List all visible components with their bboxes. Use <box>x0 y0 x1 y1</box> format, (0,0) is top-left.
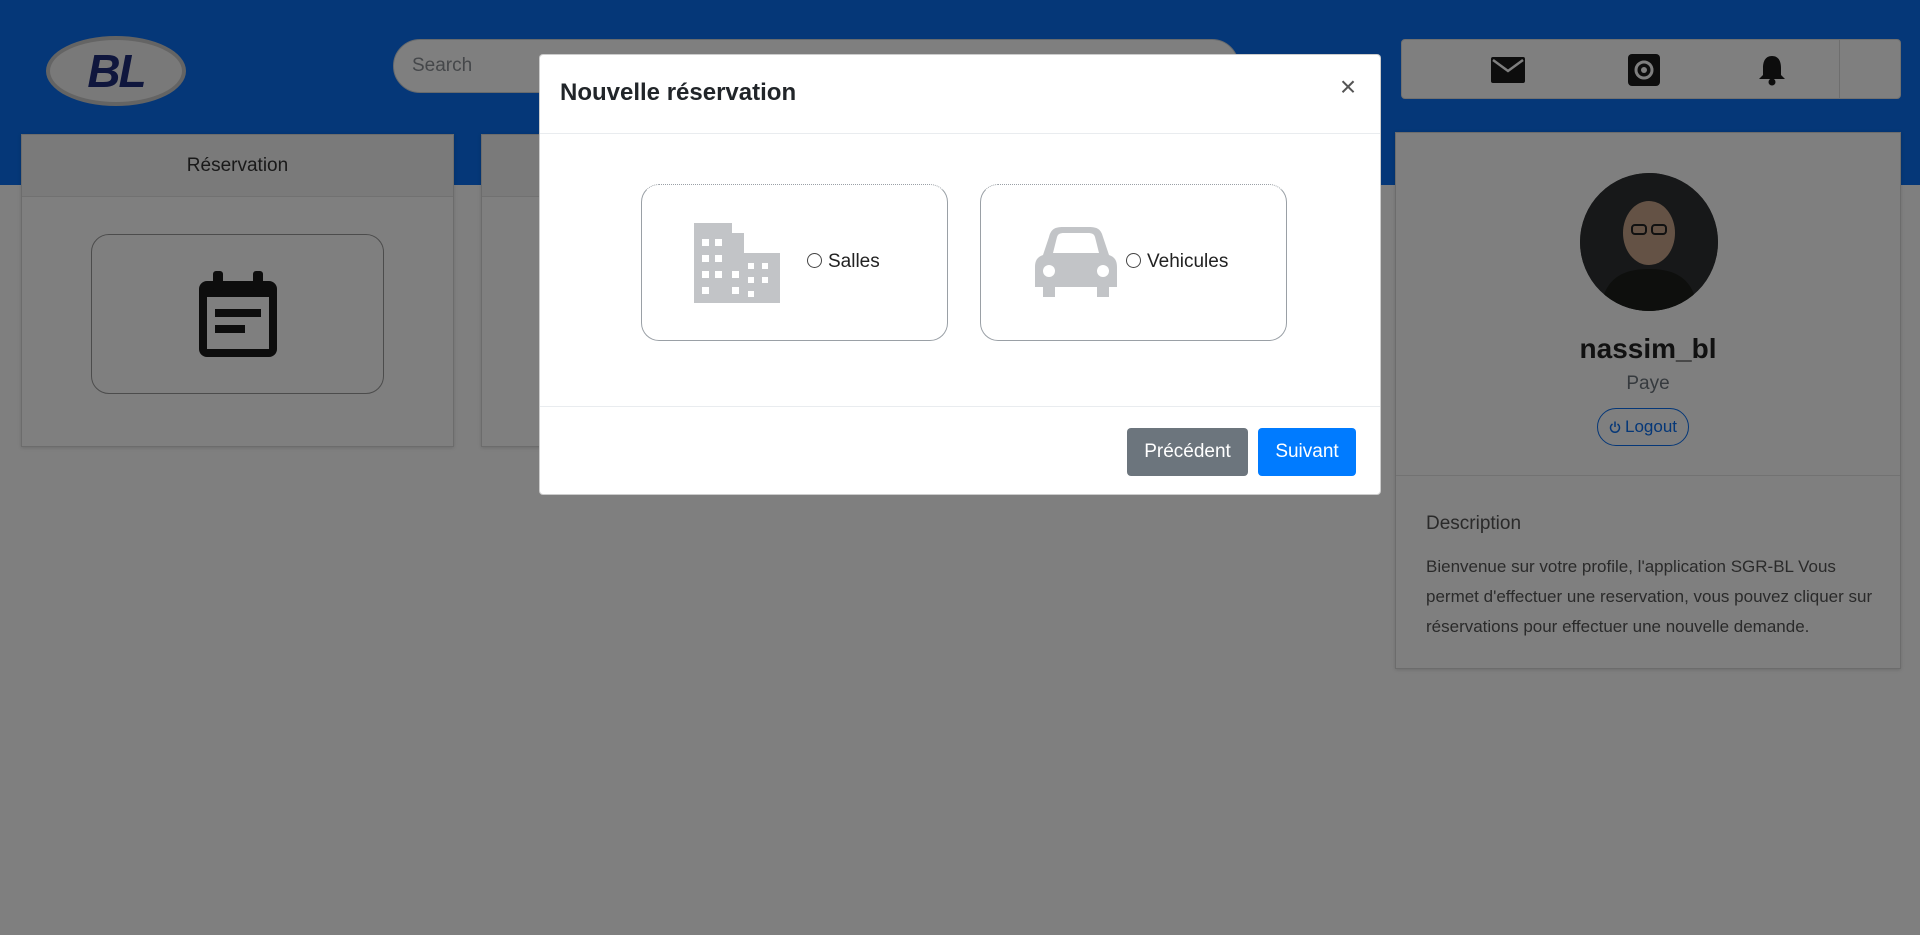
salles-radio-group[interactable]: Salles <box>807 251 880 273</box>
previous-button[interactable]: Précédent <box>1127 428 1248 476</box>
close-button[interactable]: × <box>1336 73 1360 101</box>
modal-title: Nouvelle réservation <box>560 79 797 106</box>
car-icon <box>1035 227 1117 297</box>
building-icon <box>694 223 780 303</box>
modal-footer: Précédent Suivant <box>540 406 1380 496</box>
option-vehicules[interactable]: Vehicules <box>980 184 1287 341</box>
salles-label[interactable]: Salles <box>828 251 880 273</box>
salles-radio[interactable] <box>807 253 822 268</box>
new-reservation-modal: Nouvelle réservation × Salles Vehicules … <box>539 54 1381 495</box>
modal-header: Nouvelle réservation × <box>540 55 1380 134</box>
option-salles[interactable]: Salles <box>641 184 948 341</box>
vehicules-radio-group[interactable]: Vehicules <box>1126 251 1228 273</box>
next-button[interactable]: Suivant <box>1258 428 1356 476</box>
vehicules-label[interactable]: Vehicules <box>1147 251 1228 273</box>
vehicules-radio[interactable] <box>1126 253 1141 268</box>
